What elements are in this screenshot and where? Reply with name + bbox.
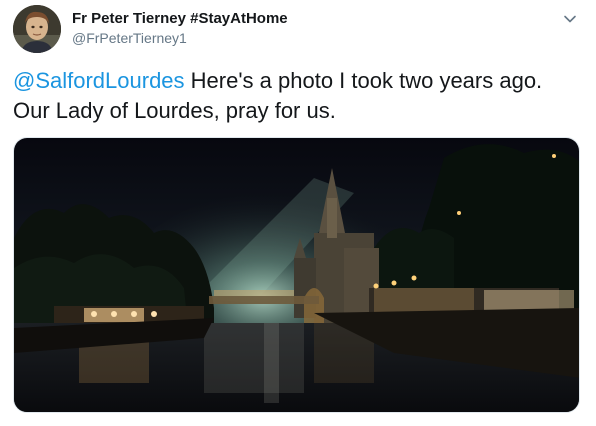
more-options-button[interactable] xyxy=(558,7,582,31)
author-handle[interactable]: @FrPeterTierney1 xyxy=(72,29,288,47)
avatar[interactable] xyxy=(13,5,61,53)
author-name[interactable]: Fr Peter Tierney #StayAtHome xyxy=(72,10,288,28)
mention-link[interactable]: @SalfordLourdes xyxy=(13,68,185,93)
tweet-author: Fr Peter Tierney #StayAtHome @FrPeterTie… xyxy=(72,10,288,47)
tweet-photo[interactable] xyxy=(13,137,580,413)
tweet-text: @SalfordLourdes Here's a photo I took tw… xyxy=(13,66,579,126)
chevron-down-icon xyxy=(564,15,576,23)
tweet-card: Fr Peter Tierney #StayAtHome @FrPeterTie… xyxy=(0,0,596,426)
